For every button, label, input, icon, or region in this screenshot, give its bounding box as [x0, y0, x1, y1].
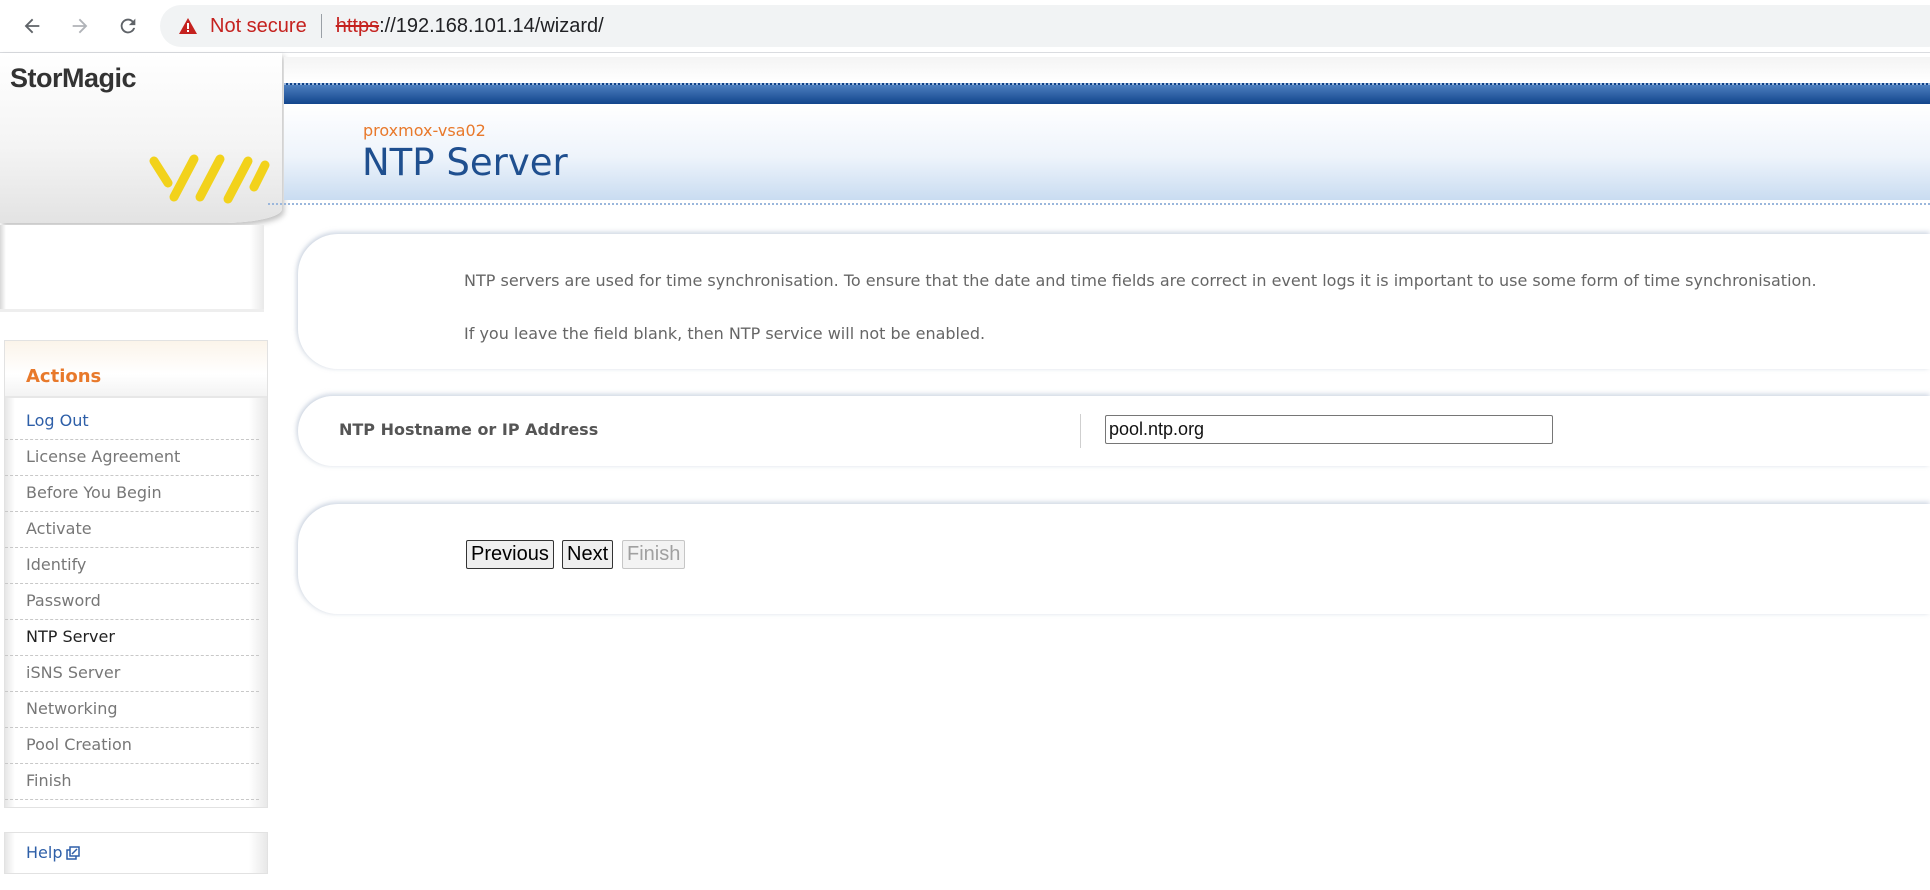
url-scheme: https — [335, 14, 380, 37]
wizard-button-panel: Previous Next Finish — [298, 504, 1930, 614]
logout-link[interactable]: Log Out — [5, 404, 259, 440]
finish-button[interactable]: Finish — [622, 540, 686, 569]
actions-header: Actions — [5, 341, 267, 398]
logo-panel: StorMagic — [0, 53, 282, 223]
help-label: Help — [26, 843, 63, 862]
sidebar-item-activate[interactable]: Activate — [5, 512, 259, 548]
sidebar-item-before-you-begin[interactable]: Before You Begin — [5, 476, 259, 512]
sidebar-top-panel — [0, 225, 264, 312]
field-divider — [1080, 414, 1081, 448]
intro-description: NTP servers are used for time synchronis… — [464, 271, 1817, 290]
next-button[interactable]: Next — [562, 540, 614, 569]
external-window-icon — [66, 845, 81, 860]
ntp-hostname-input[interactable] — [1105, 415, 1553, 444]
reload-icon — [120, 18, 136, 34]
page-title: NTP Server — [362, 141, 568, 184]
help-link[interactable]: Help — [26, 843, 81, 862]
brand-logo-text: StorMagic — [10, 63, 137, 93]
help-panel: Help — [4, 832, 268, 874]
arrow-left-icon — [24, 18, 40, 34]
intro-note: If you leave the field blank, then NTP s… — [464, 324, 986, 343]
actions-sidebar: Actions Log Out License Agreement Before… — [4, 340, 268, 808]
stormagic-logo-icon — [149, 154, 270, 204]
sidebar-item-pool-creation[interactable]: Pool Creation — [5, 728, 259, 764]
warning-icon — [178, 16, 198, 36]
actions-title: Actions — [26, 366, 102, 387]
sidebar-item-password[interactable]: Password — [5, 584, 259, 620]
not-secure-label[interactable]: Not secure — [210, 15, 307, 38]
sidebar-item-identify[interactable]: Identify — [5, 548, 259, 584]
ntp-hostname-label: NTP Hostname or IP Address — [339, 420, 599, 439]
reload-button[interactable] — [112, 10, 144, 42]
header-top-strip — [284, 57, 1930, 83]
sidebar-item-finish[interactable]: Finish — [5, 764, 259, 800]
url-path: ://192.168.101.14/wizard/ — [379, 14, 604, 37]
address-bar[interactable]: Not secure https://192.168.101.14/wizard… — [160, 5, 1930, 47]
sidebar-item-isns-server[interactable]: iSNS Server — [5, 656, 259, 692]
url-text[interactable]: https://192.168.101.14/wizard/ — [336, 15, 604, 38]
wizard-step-list: Log Out License Agreement Before You Beg… — [5, 404, 267, 800]
sidebar-item-ntp-server[interactable]: NTP Server — [5, 620, 259, 656]
intro-panel: NTP servers are used for time synchronis… — [298, 234, 1930, 369]
header-blue-stripe — [284, 83, 1930, 106]
arrow-right-icon — [72, 18, 88, 34]
ntp-field-panel: NTP Hostname or IP Address — [298, 396, 1930, 466]
browser-toolbar: Not secure https://192.168.101.14/wizard… — [0, 0, 1930, 53]
previous-button[interactable]: Previous — [466, 540, 554, 569]
omnibox-separator — [320, 14, 322, 38]
forward-button[interactable] — [64, 10, 96, 42]
sidebar-item-license-agreement[interactable]: License Agreement — [5, 440, 259, 476]
host-name: proxmox-vsa02 — [363, 121, 486, 140]
sidebar-item-networking[interactable]: Networking — [5, 692, 259, 728]
header-divider — [268, 203, 1930, 205]
back-button[interactable] — [16, 10, 48, 42]
